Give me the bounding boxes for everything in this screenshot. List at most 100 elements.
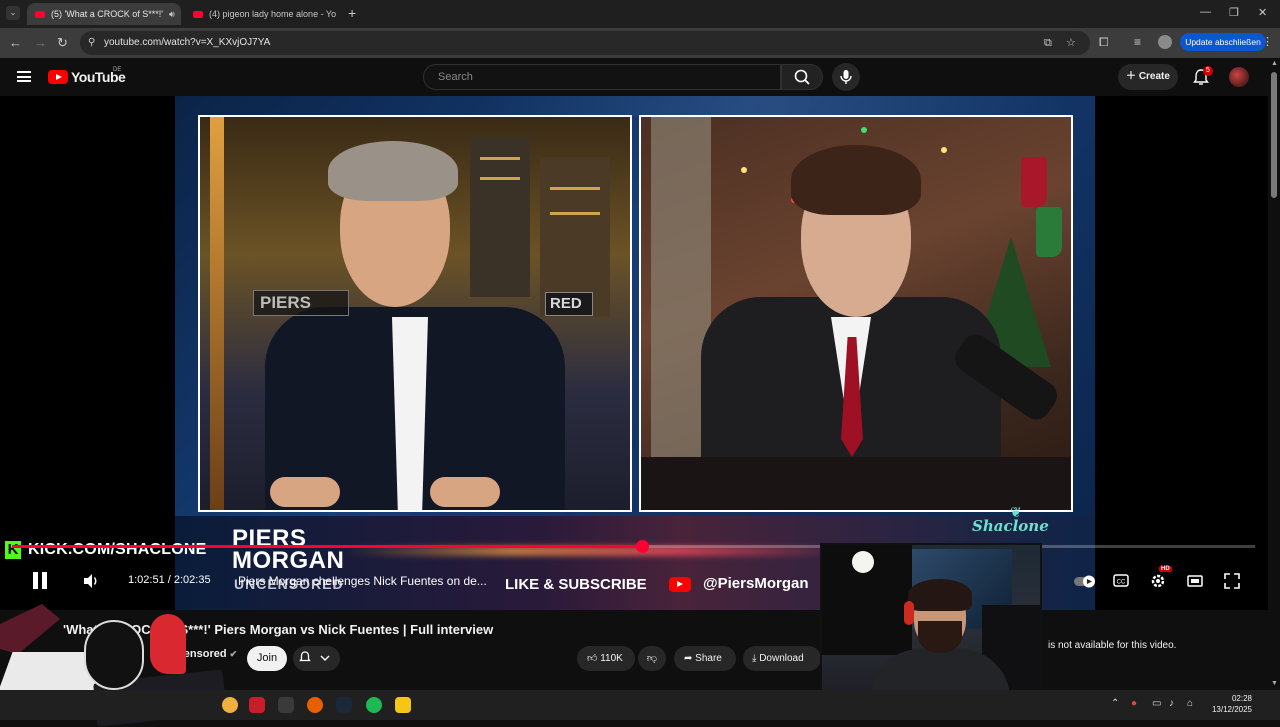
browser-toolbar: ← → ↻ ⚲ youtube.com/watch?v=X_KXvjOJ7YA … bbox=[0, 28, 1280, 58]
city-light bbox=[480, 157, 520, 160]
tray-network-icon[interactable]: ⌂ bbox=[1187, 698, 1193, 709]
volume-icon[interactable] bbox=[82, 572, 100, 590]
webcam-streamer-beard bbox=[918, 621, 962, 653]
youtube-favicon-icon bbox=[193, 10, 203, 18]
download-button[interactable]: ⤓ Download bbox=[743, 646, 821, 671]
overlay-jester-hat bbox=[150, 614, 186, 674]
studio-light-bar bbox=[210, 117, 224, 510]
tray-monitor-icon[interactable]: ▭ bbox=[1152, 698, 1161, 709]
back-icon[interactable]: ← bbox=[9, 35, 22, 50]
app-figure-icon[interactable] bbox=[278, 697, 294, 713]
like-button[interactable]: 👍︎ 110K bbox=[577, 646, 635, 671]
youtube-play-icon bbox=[48, 70, 68, 84]
tab-title: (4) pigeon lady home alone - Yo bbox=[209, 9, 337, 19]
join-button[interactable]: Join bbox=[247, 646, 287, 671]
taskbar-clock[interactable]: 02:28 13/12/2025 bbox=[1208, 693, 1252, 715]
hamburger-menu-icon[interactable] bbox=[17, 71, 31, 82]
overlay-jester-mask bbox=[84, 620, 144, 690]
settings-gear-icon[interactable] bbox=[1149, 572, 1167, 590]
hd-badge: HD bbox=[1159, 566, 1172, 572]
thumbs-up-icon: 👍︎ bbox=[587, 653, 601, 664]
chrome-icon[interactable] bbox=[222, 697, 238, 713]
url-text: youtube.com/watch?v=X_KXvjOJ7YA bbox=[104, 37, 271, 48]
verified-icon: ✔ bbox=[229, 649, 238, 659]
webcam-moon bbox=[852, 551, 874, 573]
dislike-button[interactable]: 👎︎ bbox=[638, 646, 666, 671]
tray-mic-icon[interactable]: ● bbox=[1131, 698, 1137, 709]
spotify-icon[interactable] bbox=[366, 697, 382, 713]
clock-date: 13/12/2025 bbox=[1211, 705, 1252, 714]
pause-icon[interactable] bbox=[31, 572, 49, 590]
desk bbox=[641, 457, 1071, 510]
like-subscribe-cta: LIKE & SUBSCRIBE bbox=[505, 576, 647, 593]
profile-icon[interactable] bbox=[1158, 35, 1172, 49]
channel-handle: @PiersMorgan bbox=[703, 575, 809, 592]
backdrop-glow bbox=[475, 96, 1075, 116]
new-tab-button[interactable]: + bbox=[348, 5, 356, 21]
progress-scrubber[interactable] bbox=[636, 540, 649, 553]
download-label: Download bbox=[759, 653, 804, 664]
restore-icon[interactable]: ❐ bbox=[1229, 6, 1239, 19]
captions-icon[interactable]: CC bbox=[1112, 572, 1130, 590]
kick-url: KICK.COM/SHACLONE bbox=[28, 541, 207, 558]
overlay-decoration bbox=[0, 604, 60, 654]
tab-pigeon-lady[interactable]: (4) pigeon lady home alone - Yo ✕ bbox=[185, 3, 343, 25]
avatar[interactable] bbox=[1229, 67, 1249, 87]
share-icon: ➦ bbox=[684, 653, 696, 664]
autoplay-toggle-icon[interactable] bbox=[1073, 572, 1097, 590]
forward-icon[interactable]: → bbox=[34, 35, 47, 50]
subscribed-button[interactable] bbox=[293, 646, 340, 671]
steam-icon[interactable] bbox=[336, 697, 352, 713]
search-icon bbox=[794, 69, 810, 85]
create-button[interactable]: ＋ Create bbox=[1118, 64, 1178, 90]
youtube-mini-logo-icon bbox=[669, 577, 691, 592]
duration: 2:02:35 bbox=[173, 574, 211, 586]
star-icon[interactable]: ☆ bbox=[1066, 31, 1076, 55]
minimize-icon[interactable]: — bbox=[1200, 6, 1211, 18]
scroll-up-icon[interactable]: ▲ bbox=[1271, 60, 1278, 67]
piers-hair bbox=[328, 141, 458, 201]
browser-tab-bar: ⌄ (5) 'What a CROCK of S***!' 🔊︎ ✕ (4) p… bbox=[0, 0, 1280, 28]
app-yellow-icon[interactable] bbox=[395, 697, 411, 713]
notification-badge: 5 bbox=[1203, 66, 1213, 76]
search-button[interactable] bbox=[781, 64, 823, 90]
address-bar[interactable]: ⚲ youtube.com/watch?v=X_KXvjOJ7YA ⧉ ☆ bbox=[80, 31, 1090, 55]
time-display: 1:02:51 / 2:02:35 bbox=[128, 574, 211, 586]
svg-text:CC: CC bbox=[1117, 580, 1126, 586]
voice-search-button[interactable] bbox=[832, 63, 860, 91]
close-window-icon[interactable]: ✕ bbox=[1258, 6, 1267, 19]
christmas-stocking bbox=[1036, 207, 1062, 257]
tray-volume-icon[interactable]: ♪ bbox=[1169, 698, 1174, 709]
plus-icon: ＋ bbox=[1126, 71, 1139, 82]
tray-chevron-icon[interactable]: ⌃ bbox=[1111, 698, 1119, 709]
city-light bbox=[480, 177, 520, 180]
media-icon[interactable]: ≡ bbox=[1134, 35, 1141, 49]
app-red-icon[interactable] bbox=[249, 697, 265, 713]
firefox-icon[interactable] bbox=[307, 697, 323, 713]
string-light bbox=[941, 147, 947, 153]
time-separator: / bbox=[164, 574, 174, 586]
fullscreen-icon[interactable] bbox=[1223, 572, 1241, 590]
scrollbar-thumb[interactable] bbox=[1271, 72, 1277, 198]
like-count: 110K bbox=[600, 653, 623, 664]
close-tab-icon[interactable]: ✕ bbox=[336, 9, 343, 20]
christmas-stocking bbox=[1021, 157, 1047, 207]
scroll-down-icon[interactable]: ▼ bbox=[1271, 680, 1278, 687]
theater-mode-icon[interactable] bbox=[1186, 572, 1204, 590]
extensions-icon[interactable]: ⧠ bbox=[1099, 35, 1109, 50]
piers-hand bbox=[430, 477, 500, 507]
set-plate-right: RED bbox=[545, 292, 593, 316]
chapter-title[interactable]: Piers Morgan chellenges Nick Fuentes on … bbox=[238, 574, 487, 588]
youtube-favicon-icon bbox=[35, 10, 45, 18]
close-tab-icon[interactable]: ✕ bbox=[175, 9, 182, 20]
tab-search-button[interactable]: ⌄ bbox=[6, 6, 20, 20]
clock-time: 02:28 bbox=[1231, 694, 1252, 703]
menu-dots-icon[interactable]: ⋮ bbox=[1262, 35, 1273, 48]
update-button[interactable]: Update abschließen bbox=[1180, 33, 1266, 51]
site-info-icon[interactable]: ⚲ bbox=[88, 31, 95, 55]
install-icon[interactable]: ⧉ bbox=[1044, 31, 1052, 55]
search-input[interactable]: Search bbox=[423, 64, 781, 90]
reload-icon[interactable]: ↻ bbox=[57, 35, 68, 51]
tab-youtube-crock[interactable]: (5) 'What a CROCK of S***!' 🔊︎ ✕ bbox=[27, 3, 181, 25]
share-button[interactable]: ➦ Share bbox=[674, 646, 736, 671]
